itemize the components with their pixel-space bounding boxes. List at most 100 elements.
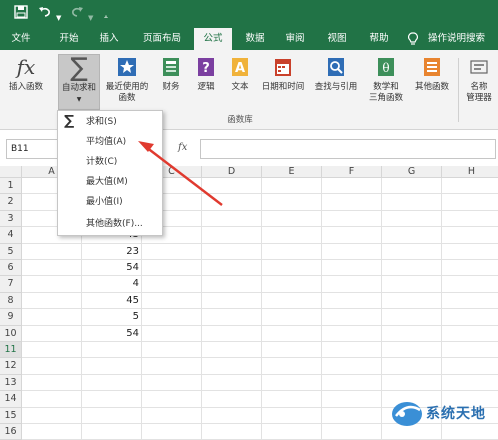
cell-e15[interactable]: [262, 407, 322, 424]
cell-g12[interactable]: [382, 358, 442, 375]
fx-label[interactable]: fx: [178, 142, 187, 153]
cell-e12[interactable]: [262, 358, 322, 375]
column-header-g[interactable]: G: [382, 166, 442, 178]
row-header-15[interactable]: 15: [0, 407, 22, 424]
undo-icon[interactable]: [38, 5, 52, 25]
cell-g1[interactable]: [382, 178, 442, 195]
cell-a14[interactable]: [22, 391, 82, 408]
lookup-reference-button[interactable]: 查找与引用: [310, 54, 362, 110]
column-header-h[interactable]: H: [442, 166, 498, 178]
cell-g9[interactable]: [382, 309, 442, 326]
cell-f5[interactable]: [322, 243, 382, 260]
menu-item-count[interactable]: 计数(C): [58, 153, 162, 172]
cell-a10[interactable]: [22, 325, 82, 342]
row-header-5[interactable]: 5: [0, 243, 22, 260]
cell-f1[interactable]: [322, 178, 382, 195]
menu-item-average[interactable]: 平均值(A): [58, 133, 162, 152]
cell-g7[interactable]: [382, 276, 442, 293]
cell-d10[interactable]: [202, 325, 262, 342]
cell-c15[interactable]: [142, 407, 202, 424]
cell-h9[interactable]: [442, 309, 498, 326]
tab-formulas[interactable]: 公式: [194, 28, 232, 50]
tab-data[interactable]: 数据: [238, 28, 272, 50]
date-time-button[interactable]: 日期和时间: [258, 54, 308, 110]
autosum-dropdown-icon[interactable]: ▼: [59, 94, 99, 105]
tab-home[interactable]: 开始: [52, 28, 86, 50]
cell-f13[interactable]: [322, 374, 382, 392]
cell-h8[interactable]: [442, 293, 498, 310]
column-header-d[interactable]: D: [202, 166, 262, 178]
cell-h10[interactable]: [442, 326, 498, 342]
redo-icon[interactable]: [70, 5, 84, 25]
cell-h12[interactable]: [442, 358, 498, 375]
row-header-8[interactable]: 8: [0, 292, 22, 310]
cell-d13[interactable]: [202, 374, 262, 392]
cell-d15[interactable]: [202, 407, 262, 424]
cell-e8[interactable]: [262, 292, 322, 310]
cell-e4[interactable]: [262, 227, 322, 244]
cell-e16[interactable]: [262, 424, 322, 440]
select-all-corner[interactable]: [0, 166, 22, 178]
cell-h6[interactable]: [442, 260, 498, 277]
cell-f6[interactable]: [322, 260, 382, 277]
cell-d4[interactable]: [202, 227, 262, 244]
cell-h5[interactable]: [442, 244, 498, 260]
tab-view[interactable]: 视图: [320, 28, 354, 50]
cell-f9[interactable]: [322, 309, 382, 326]
cell-c14[interactable]: [142, 391, 202, 408]
cell-f16[interactable]: [322, 424, 382, 440]
cell-f11[interactable]: [322, 342, 382, 359]
cell-f3[interactable]: [322, 210, 382, 228]
cell-c13[interactable]: [142, 374, 202, 392]
cell-a13[interactable]: [22, 374, 82, 392]
cell-g4[interactable]: [382, 227, 442, 244]
cell-f14[interactable]: [322, 391, 382, 408]
menu-item-sum[interactable]: 求和(S): [58, 113, 162, 132]
cell-d7[interactable]: [202, 276, 262, 293]
cell-d1[interactable]: [202, 178, 262, 195]
cell-h4[interactable]: [442, 227, 498, 244]
cell-h2[interactable]: [442, 194, 498, 211]
cell-a12[interactable]: [22, 358, 82, 375]
column-header-e[interactable]: E: [262, 166, 322, 178]
cell-e2[interactable]: [262, 194, 322, 211]
logical-button[interactable]: ? 逻辑: [190, 54, 222, 110]
row-header-12[interactable]: 12: [0, 358, 22, 375]
cell-e13[interactable]: [262, 374, 322, 392]
cell-g3[interactable]: [382, 210, 442, 228]
cell-d11[interactable]: [202, 342, 262, 359]
row-header-10[interactable]: 10: [0, 325, 22, 342]
name-manager-button[interactable]: 名称 管理器: [462, 54, 496, 110]
formula-input[interactable]: [200, 139, 496, 159]
cell-h11[interactable]: [442, 342, 498, 359]
row-header-14[interactable]: 14: [0, 391, 22, 408]
cell-d5[interactable]: [202, 243, 262, 260]
cell-f10[interactable]: [322, 325, 382, 342]
cell-b14[interactable]: [82, 391, 142, 408]
cell-h3[interactable]: [442, 211, 498, 228]
cell-e11[interactable]: [262, 342, 322, 359]
text-button[interactable]: A 文本: [224, 54, 256, 110]
row-header-11[interactable]: 11: [0, 342, 22, 359]
cell-f15[interactable]: [322, 407, 382, 424]
cell-f7[interactable]: [322, 276, 382, 293]
recently-used-button[interactable]: 最近使用的 函数: [102, 54, 152, 110]
tab-review[interactable]: 审阅: [278, 28, 312, 50]
cell-a16[interactable]: [22, 424, 82, 440]
row-header-2[interactable]: 2: [0, 194, 22, 211]
cell-f4[interactable]: [322, 227, 382, 244]
cell-a11[interactable]: [22, 342, 82, 359]
cell-h7[interactable]: [442, 276, 498, 293]
tab-insert[interactable]: 插入: [92, 28, 126, 50]
math-trig-button[interactable]: θ 数学和 三角函数: [364, 54, 408, 110]
cell-e14[interactable]: [262, 391, 322, 408]
cell-b12[interactable]: [82, 358, 142, 375]
cell-d16[interactable]: [202, 424, 262, 440]
cell-c9[interactable]: [142, 309, 202, 326]
cell-e3[interactable]: [262, 210, 322, 228]
cell-e9[interactable]: [262, 309, 322, 326]
cell-g11[interactable]: [382, 342, 442, 359]
customize-icon[interactable]: ⩡: [104, 8, 108, 26]
cell-f2[interactable]: [322, 194, 382, 211]
autosum-button[interactable]: ∑ 自动求和 ▼: [58, 54, 100, 110]
